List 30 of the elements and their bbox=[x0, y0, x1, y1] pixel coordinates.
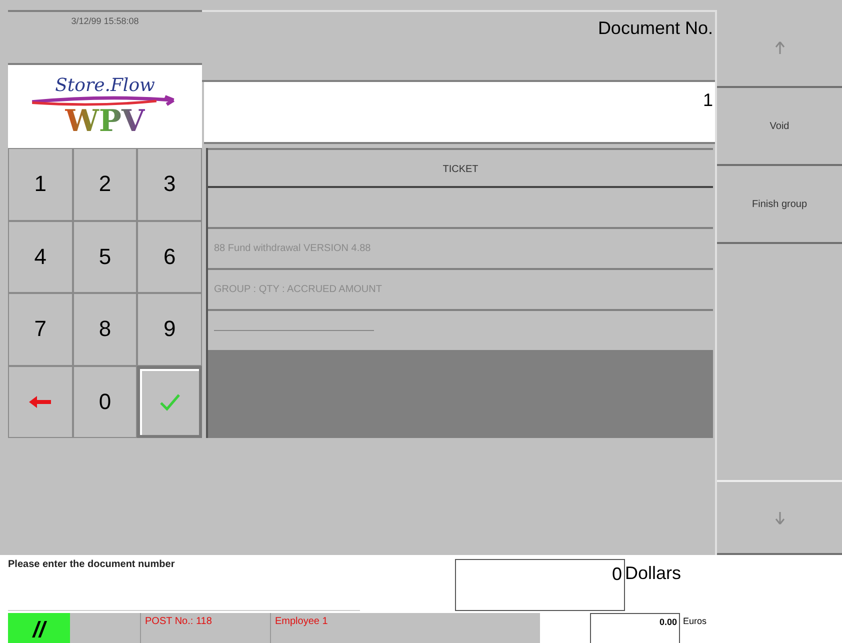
status-indicator: // bbox=[8, 613, 70, 643]
euro-label: Euros bbox=[682, 615, 707, 628]
left-arrow-icon bbox=[27, 394, 54, 410]
digit-key[interactable]: 6 bbox=[137, 220, 202, 293]
post-number: POST No.: 118 bbox=[140, 613, 270, 643]
digit-key[interactable]: 2 bbox=[72, 148, 138, 220]
euro-amount: 0.00 bbox=[590, 613, 680, 643]
digit-key[interactable]: 3 bbox=[137, 148, 202, 220]
digit-key[interactable]: 0 bbox=[72, 366, 138, 438]
down-arrow-icon bbox=[774, 510, 784, 524]
up-arrow-icon bbox=[774, 41, 784, 55]
enter-key[interactable] bbox=[137, 366, 202, 438]
digit-key[interactable]: 5 bbox=[72, 220, 138, 293]
digit-key[interactable]: 7 bbox=[8, 293, 73, 366]
store-flow-logo: Store.Flow WPV bbox=[8, 65, 202, 148]
status-panel bbox=[70, 613, 140, 643]
digit-key[interactable]: 9 bbox=[137, 293, 202, 366]
check-icon bbox=[158, 392, 181, 412]
digit-key[interactable]: 8 bbox=[72, 293, 138, 366]
document-number-field[interactable]: 1 bbox=[204, 82, 715, 144]
currency-label: Dollars bbox=[625, 562, 682, 585]
amount-field: 0 bbox=[455, 559, 625, 611]
digit-key[interactable]: 1 bbox=[8, 148, 73, 220]
backspace-key[interactable] bbox=[8, 366, 73, 438]
digit-key[interactable]: 4 bbox=[8, 220, 73, 293]
ticket-title: TICKET bbox=[208, 148, 713, 188]
document-number-label: Document No. bbox=[598, 17, 714, 39]
employee-name: Employee 1 bbox=[270, 613, 540, 643]
scroll-down-button[interactable] bbox=[717, 480, 842, 555]
message-box: Please enter the document number bbox=[8, 559, 360, 611]
